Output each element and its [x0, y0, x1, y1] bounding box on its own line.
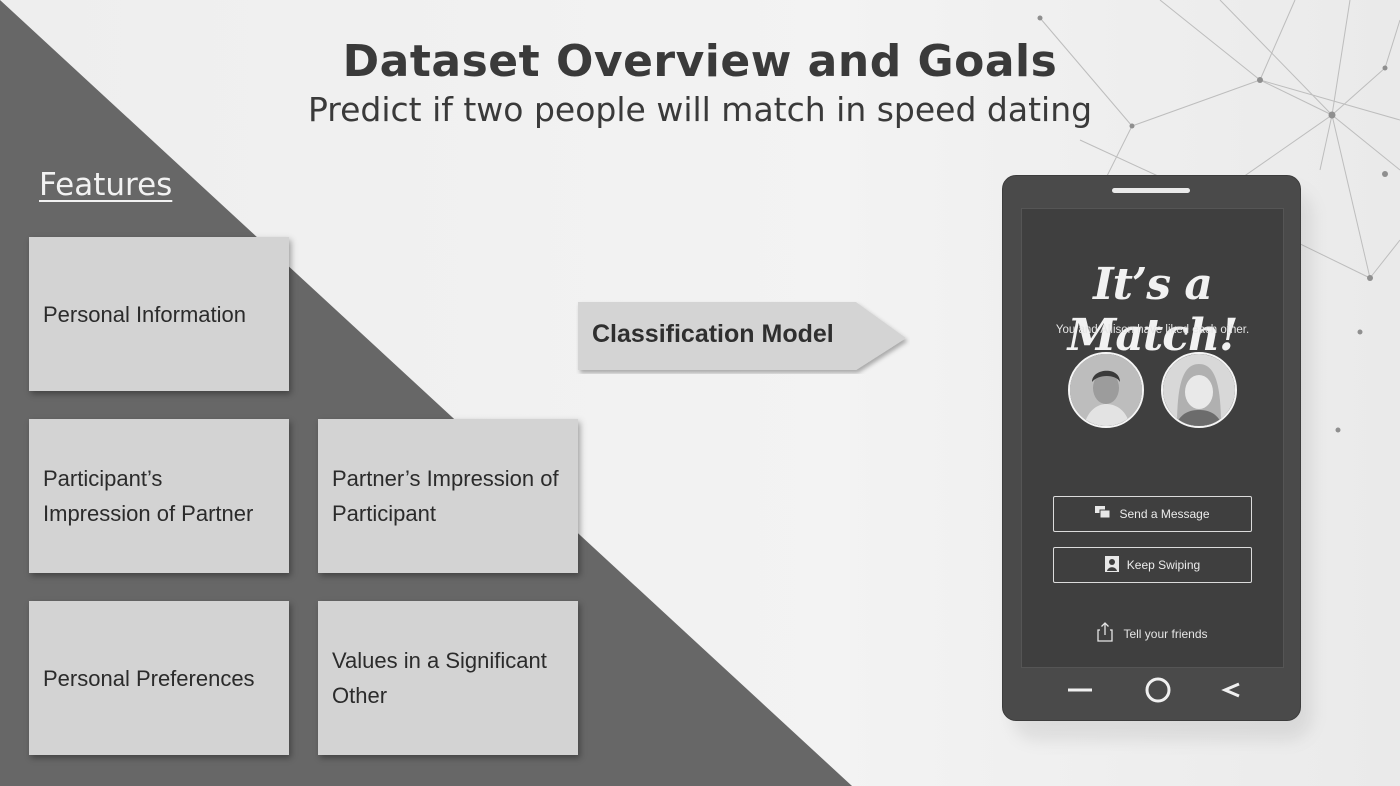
- phone-speaker: [1112, 188, 1190, 193]
- send-message-label: Send a Message: [1119, 507, 1210, 521]
- match-title: It’s a Match!: [1067, 259, 1239, 361]
- home-icon[interactable]: [1142, 674, 1174, 706]
- match-subtitle: You and Allison have liked each other.: [1055, 324, 1250, 336]
- tell-friends-label: Tell your friends: [1123, 626, 1208, 641]
- share-icon: [1097, 622, 1114, 645]
- tell-friends-link[interactable]: Tell your friends: [1022, 622, 1283, 645]
- phone-mockup: It’s a Match! You and Allison have liked…: [1002, 175, 1301, 721]
- feature-card-partner-impression: Partner’s Impression of Participant: [318, 419, 578, 573]
- feature-card-personal-preferences: Personal Preferences: [29, 601, 289, 755]
- back-icon[interactable]: [1219, 674, 1245, 706]
- keep-swiping-button[interactable]: Keep Swiping: [1053, 547, 1252, 583]
- feature-card-significant-other-values: Values in a Significant Other: [318, 601, 578, 755]
- person-card-icon: [1104, 555, 1119, 575]
- feature-card-participant-impression: Participant’s Impression of Partner: [29, 419, 289, 573]
- avatar-female: [1161, 352, 1237, 428]
- feature-card-personal-information: Personal Information: [29, 237, 289, 391]
- chat-bubbles-icon: [1095, 506, 1111, 522]
- features-heading: Features: [39, 167, 173, 203]
- slide-title: Dataset Overview and Goals: [342, 36, 1058, 87]
- classification-model-label: Classification Model: [592, 320, 834, 348]
- phone-screen: It’s a Match! You and Allison have liked…: [1021, 208, 1284, 668]
- slide-subtitle: Predict if two people will match in spee…: [307, 90, 1093, 129]
- recent-apps-icon[interactable]: [1065, 674, 1095, 706]
- send-message-button[interactable]: Send a Message: [1053, 496, 1252, 532]
- avatar-male: [1068, 352, 1144, 428]
- keep-swiping-label: Keep Swiping: [1126, 558, 1201, 572]
